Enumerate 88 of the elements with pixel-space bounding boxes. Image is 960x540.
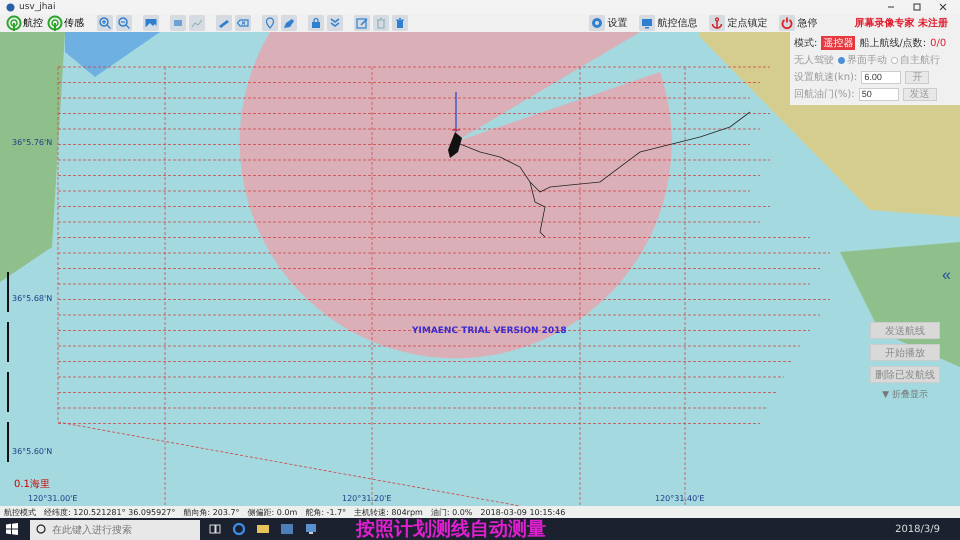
toolbar-button[interactable]: 急停	[774, 15, 822, 31]
panel-button[interactable]: 发送	[902, 88, 937, 100]
fold-toggle[interactable]: ▼ 折叠显示	[882, 388, 928, 401]
edit-icon	[355, 16, 369, 30]
panel-button[interactable]: 开	[905, 70, 930, 84]
status-field: 经纬度: 120.521281° 36.095927°	[44, 506, 176, 518]
pencil-icon	[282, 16, 296, 30]
close-icon	[939, 3, 947, 11]
longitude-label: 120°31.40'E	[655, 494, 704, 503]
picture-icon	[144, 16, 158, 30]
trash-icon	[393, 16, 407, 30]
monitor-icon	[640, 16, 654, 30]
app-window-icon	[280, 522, 294, 536]
scale-label: 0.1海里	[14, 478, 50, 491]
recorder-notice: 屏幕录像专家 未注册	[854, 16, 949, 30]
search-field[interactable]: 在此键入进行搜索	[30, 520, 200, 540]
route-count-label: 船上航线/点数:	[859, 36, 926, 50]
task-view-icon	[208, 522, 222, 536]
signal-button[interactable]: 航控	[4, 15, 45, 31]
number-field[interactable]: 6.00	[861, 70, 902, 84]
zoom-out-button[interactable]	[116, 15, 132, 31]
status-field: 油门: 0.0%	[430, 506, 472, 518]
list-button[interactable]	[170, 15, 186, 31]
folder-icon	[256, 522, 270, 536]
toolbar-button[interactable]: 定点镇定	[704, 15, 772, 31]
circle-icon	[36, 524, 46, 534]
trial-watermark-text: YIMAENC TRIAL VERSION 2018	[412, 326, 567, 336]
magnifier-plus-icon	[98, 16, 112, 30]
video-caption: 按照计划测线自动测量	[356, 518, 546, 540]
latitude-label: 36°5.76'N	[12, 138, 52, 147]
number-field[interactable]: 50	[858, 88, 899, 100]
edge-browser-icon	[232, 522, 246, 536]
windows-logo-icon	[6, 523, 18, 535]
status-field: 航控模式	[4, 506, 36, 518]
window-title: usv_jhai	[19, 2, 56, 12]
marker-button[interactable]	[262, 15, 278, 31]
toolbar-button[interactable]: 设置	[584, 15, 632, 31]
delete-button[interactable]	[373, 15, 389, 31]
delete-all-button[interactable]	[392, 15, 408, 31]
trash-outline-icon	[374, 16, 388, 30]
power-icon	[780, 16, 794, 30]
route-button[interactable]: 发送航线	[870, 322, 940, 339]
longitude-label: 120°31.00'E	[28, 494, 78, 503]
toolbar-button[interactable]: 航控信息	[634, 15, 702, 31]
restore-icon	[913, 3, 921, 11]
latitude-label: 36°5.68'N	[12, 294, 52, 303]
antenna-icon	[6, 15, 22, 31]
mode-label: 模式:	[794, 36, 818, 50]
eraser-button[interactable]	[235, 15, 251, 31]
antenna-icon	[47, 15, 63, 31]
longitude-label: 120°31.20'E	[342, 494, 392, 503]
radio-button[interactable]: 界面手动	[838, 53, 887, 67]
status-field: 主机转速: 804rpm	[354, 506, 423, 518]
monitor-icon	[304, 522, 318, 536]
field-label: 设置航速(kn):	[794, 70, 858, 84]
taskbar-app-button[interactable]	[230, 520, 248, 538]
chart-button[interactable]	[189, 15, 205, 31]
pencil-button[interactable]	[281, 15, 297, 31]
map-pin-icon	[263, 16, 277, 30]
status-field: 艏向角: 203.7°	[183, 506, 240, 518]
mode-value: 遥控器	[821, 36, 856, 50]
collapse-panel-button[interactable]: «	[942, 268, 951, 284]
lock-icon	[309, 16, 323, 30]
status-field: 2018-03-09 10:15:46	[480, 508, 566, 516]
route-count-value: 0/0	[930, 38, 946, 48]
taskbar-date: 2018/3/9	[895, 524, 941, 534]
ruler-button[interactable]	[216, 15, 232, 31]
zoom-in-button[interactable]	[97, 15, 113, 31]
expand-button[interactable]	[327, 15, 343, 31]
gear-icon	[590, 16, 604, 30]
magnifier-minus-icon	[117, 16, 131, 30]
latitude-label: 36°5.60'N	[12, 447, 52, 456]
status-field: 侧偏距: 0.0m	[248, 506, 298, 518]
anchor-icon	[710, 16, 724, 30]
route-button[interactable]: 删除已发航线	[870, 366, 940, 383]
drive-mode-label: 无人驾驶	[794, 54, 834, 67]
status-field: 舵角: -1.7°	[305, 506, 346, 518]
vessel-icon	[448, 132, 462, 158]
double-chevron-down-icon	[328, 16, 342, 30]
signal-button[interactable]: 传感	[45, 15, 86, 31]
app-icon	[6, 2, 15, 12]
edit-button[interactable]	[354, 15, 370, 31]
lock-button[interactable]	[308, 15, 324, 31]
image-button[interactable]	[143, 15, 159, 31]
heading-line	[452, 92, 460, 132]
radio-button[interactable]: 自主航行	[891, 53, 940, 67]
field-label: 回航油门(%):	[794, 88, 855, 101]
route-button[interactable]: 开始播放	[870, 344, 940, 361]
